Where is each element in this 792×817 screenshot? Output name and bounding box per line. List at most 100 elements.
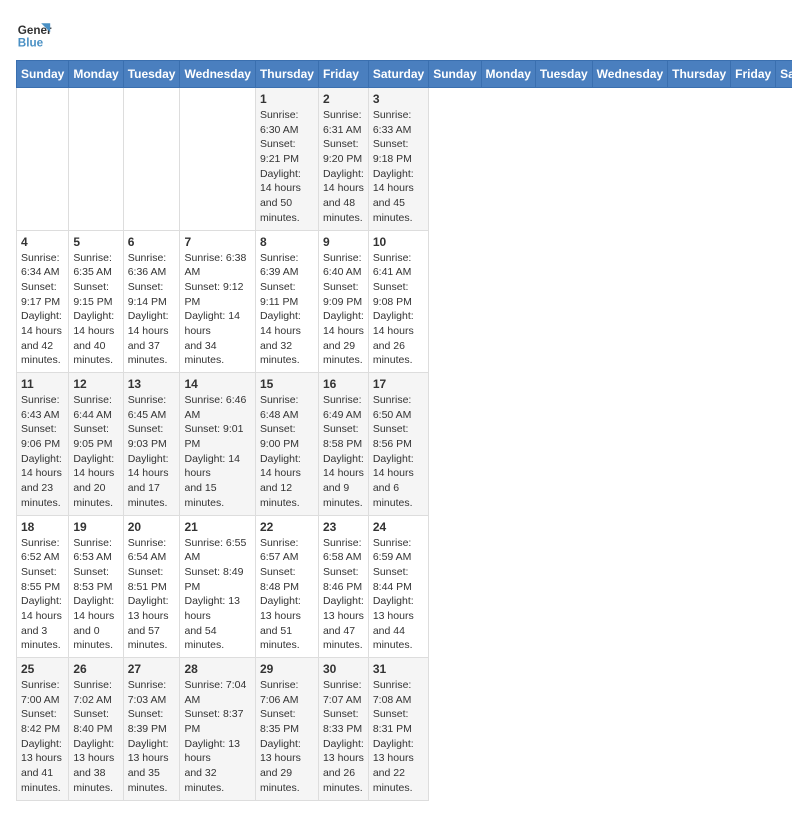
cell-info: Sunrise: 6:48 AMSunset: 9:00 PMDaylight:…: [260, 394, 301, 509]
day-number: 15: [260, 377, 314, 391]
cell-info: Sunrise: 6:35 AMSunset: 9:15 PMDaylight:…: [73, 252, 114, 367]
header-friday: Friday: [318, 61, 368, 88]
header-tuesday: Tuesday: [123, 61, 180, 88]
cell-info: Sunrise: 6:59 AMSunset: 8:44 PMDaylight:…: [373, 537, 414, 652]
calendar-cell: [180, 88, 255, 231]
cell-info: Sunrise: 6:38 AMSunset: 9:12 PMDaylight:…: [184, 252, 246, 367]
day-number: 22: [260, 520, 314, 534]
calendar-cell: 22 Sunrise: 6:57 AMSunset: 8:48 PMDayligh…: [255, 515, 318, 658]
calendar-cell: 3 Sunrise: 6:33 AMSunset: 9:18 PMDaylight…: [368, 88, 428, 231]
calendar-cell: 9Sunrise: 6:40 AMSunset: 9:09 PMDaylight…: [318, 230, 368, 373]
calendar-cell: 5Sunrise: 6:35 AMSunset: 9:15 PMDaylight…: [69, 230, 123, 373]
calendar-cell: 10Sunrise: 6:41 AMSunset: 9:08 PMDayligh…: [368, 230, 428, 373]
cell-info: Sunrise: 6:57 AMSunset: 8:48 PMDaylight:…: [260, 537, 301, 652]
calendar-cell: 12 Sunrise: 6:44 AMSunset: 9:05 PMDayligh…: [69, 373, 123, 516]
header-saturday: Saturday: [368, 61, 428, 88]
calendar-cell: 16 Sunrise: 6:49 AMSunset: 8:58 PMDayligh…: [318, 373, 368, 516]
calendar-cell: [17, 88, 69, 231]
header-wednesday: Wednesday: [180, 61, 255, 88]
cell-info: Sunrise: 6:46 AMSunset: 9:01 PMDaylight:…: [184, 394, 246, 509]
cell-info: Sunrise: 6:50 AMSunset: 8:56 PMDaylight:…: [373, 394, 414, 509]
calendar-cell: 19 Sunrise: 6:53 AMSunset: 8:53 PMDayligh…: [69, 515, 123, 658]
calendar-cell: 31Sunrise: 7:08 AMSunset: 8:31 PMDayligh…: [368, 658, 428, 801]
cell-info: Sunrise: 7:04 AMSunset: 8:37 PMDaylight:…: [184, 679, 246, 794]
day-number: 18: [21, 520, 64, 534]
calendar-cell: 26 Sunrise: 7:02 AMSunset: 8:40 PMDayligh…: [69, 658, 123, 801]
day-number: 26: [73, 662, 118, 676]
cell-info: Sunrise: 6:49 AMSunset: 8:58 PMDaylight:…: [323, 394, 364, 509]
calendar-cell: 29 Sunrise: 7:06 AMSunset: 8:35 PMDayligh…: [255, 658, 318, 801]
day-number: 17: [373, 377, 424, 391]
cell-info: Sunrise: 7:08 AMSunset: 8:31 PMDaylight:…: [373, 679, 414, 794]
day-number: 29: [260, 662, 314, 676]
calendar-week-4: 18Sunrise: 6:52 AMSunset: 8:55 PMDayligh…: [17, 515, 792, 658]
logo-icon: General Blue: [16, 16, 52, 52]
cell-info: Sunrise: 6:55 AMSunset: 8:49 PMDaylight:…: [184, 537, 246, 652]
cell-info: Sunrise: 6:44 AMSunset: 9:05 PMDaylight:…: [73, 394, 114, 509]
cell-info: Sunrise: 7:02 AMSunset: 8:40 PMDaylight:…: [73, 679, 114, 794]
cell-info: Sunrise: 7:07 AMSunset: 8:33 PMDaylight:…: [323, 679, 364, 794]
day-number: 23: [323, 520, 364, 534]
calendar-cell: 28 Sunrise: 7:04 AMSunset: 8:37 PMDayligh…: [180, 658, 255, 801]
calendar-week-3: 11Sunrise: 6:43 AMSunset: 9:06 PMDayligh…: [17, 373, 792, 516]
calendar-cell: 14Sunrise: 6:46 AMSunset: 9:01 PMDayligh…: [180, 373, 255, 516]
cell-info: Sunrise: 6:39 AMSunset: 9:11 PMDaylight:…: [260, 252, 301, 367]
cell-info: Sunrise: 6:53 AMSunset: 8:53 PMDaylight:…: [73, 537, 114, 652]
day-number: 27: [128, 662, 176, 676]
calendar-table: SundayMondayTuesdayWednesdayThursdayFrid…: [16, 60, 792, 801]
calendar-cell: 4Sunrise: 6:34 AMSunset: 9:17 PMDaylight…: [17, 230, 69, 373]
day-number: 13: [128, 377, 176, 391]
col-header-saturday: Saturday: [776, 61, 792, 88]
cell-info: Sunrise: 7:06 AMSunset: 8:35 PMDaylight:…: [260, 679, 301, 794]
cell-info: Sunrise: 6:45 AMSunset: 9:03 PMDaylight:…: [128, 394, 169, 509]
day-number: 6: [128, 235, 176, 249]
day-number: 19: [73, 520, 118, 534]
day-number: 21: [184, 520, 250, 534]
calendar-cell: 15 Sunrise: 6:48 AMSunset: 9:00 PMDayligh…: [255, 373, 318, 516]
day-number: 11: [21, 377, 64, 391]
header: General Blue: [16, 16, 776, 52]
day-number: 9: [323, 235, 364, 249]
day-number: 7: [184, 235, 250, 249]
calendar-cell: 8 Sunrise: 6:39 AMSunset: 9:11 PMDaylight…: [255, 230, 318, 373]
day-number: 3: [373, 92, 424, 106]
day-number: 1: [260, 92, 314, 106]
calendar-cell: [69, 88, 123, 231]
calendar-cell: 21 Sunrise: 6:55 AMSunset: 8:49 PMDayligh…: [180, 515, 255, 658]
calendar-cell: 25Sunrise: 7:00 AMSunset: 8:42 PMDayligh…: [17, 658, 69, 801]
cell-info: Sunrise: 6:33 AMSunset: 9:18 PMDaylight:…: [373, 109, 414, 224]
day-number: 28: [184, 662, 250, 676]
cell-info: Sunrise: 7:00 AMSunset: 8:42 PMDaylight:…: [21, 679, 62, 794]
calendar-cell: 2Sunrise: 6:31 AMSunset: 9:20 PMDaylight…: [318, 88, 368, 231]
logo: General Blue: [16, 16, 52, 52]
header-thursday: Thursday: [255, 61, 318, 88]
col-header-tuesday: Tuesday: [535, 61, 592, 88]
calendar-week-5: 25Sunrise: 7:00 AMSunset: 8:42 PMDayligh…: [17, 658, 792, 801]
calendar-header-row: SundayMondayTuesdayWednesdayThursdayFrid…: [17, 61, 792, 88]
cell-info: Sunrise: 7:03 AMSunset: 8:39 PMDaylight:…: [128, 679, 169, 794]
calendar-cell: 11Sunrise: 6:43 AMSunset: 9:06 PMDayligh…: [17, 373, 69, 516]
calendar-cell: 30Sunrise: 7:07 AMSunset: 8:33 PMDayligh…: [318, 658, 368, 801]
calendar-cell: [123, 88, 180, 231]
calendar-cell: 17 Sunrise: 6:50 AMSunset: 8:56 PMDayligh…: [368, 373, 428, 516]
calendar-week-1: 1Sunrise: 6:30 AMSunset: 9:21 PMDaylight…: [17, 88, 792, 231]
day-number: 10: [373, 235, 424, 249]
day-number: 12: [73, 377, 118, 391]
cell-info: Sunrise: 6:54 AMSunset: 8:51 PMDaylight:…: [128, 537, 169, 652]
col-header-thursday: Thursday: [668, 61, 731, 88]
day-number: 2: [323, 92, 364, 106]
svg-text:Blue: Blue: [18, 37, 44, 50]
calendar-cell: 23Sunrise: 6:58 AMSunset: 8:46 PMDayligh…: [318, 515, 368, 658]
day-number: 16: [323, 377, 364, 391]
day-number: 20: [128, 520, 176, 534]
day-number: 8: [260, 235, 314, 249]
header-monday: Monday: [69, 61, 123, 88]
col-header-monday: Monday: [481, 61, 535, 88]
calendar-cell: 20 Sunrise: 6:54 AMSunset: 8:51 PMDayligh…: [123, 515, 180, 658]
calendar-cell: 6 Sunrise: 6:36 AMSunset: 9:14 PMDaylight…: [123, 230, 180, 373]
col-header-wednesday: Wednesday: [592, 61, 667, 88]
cell-info: Sunrise: 6:34 AMSunset: 9:17 PMDaylight:…: [21, 252, 62, 367]
day-number: 24: [373, 520, 424, 534]
calendar-cell: 27 Sunrise: 7:03 AMSunset: 8:39 PMDayligh…: [123, 658, 180, 801]
cell-info: Sunrise: 6:36 AMSunset: 9:14 PMDaylight:…: [128, 252, 169, 367]
